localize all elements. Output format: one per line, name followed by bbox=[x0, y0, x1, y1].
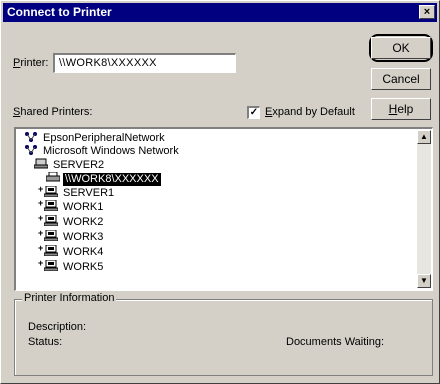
scroll-down-button[interactable]: ▼ bbox=[417, 274, 431, 288]
tree-item-work8-printer[interactable]: \\WORK8\XXXXXX bbox=[45, 171, 161, 186]
help-button[interactable]: Help bbox=[371, 98, 431, 120]
server-icon bbox=[33, 158, 49, 169]
tree-scrollbar[interactable]: ▲ ▼ bbox=[417, 130, 431, 288]
documents-waiting-label: Documents Waiting: bbox=[286, 336, 385, 348]
expand-by-default-checkbox[interactable]: ✓ bbox=[247, 106, 260, 119]
printer-path-field[interactable]: \\WORK8\XXXXXX bbox=[53, 53, 236, 73]
close-button[interactable]: × bbox=[419, 5, 435, 19]
computer-icon: + bbox=[38, 258, 59, 272]
printer-icon bbox=[45, 171, 61, 183]
tree-item-server1[interactable]: + SERVER1 bbox=[38, 184, 116, 199]
computer-icon: + bbox=[38, 184, 59, 198]
expand-by-default-label[interactable]: Expand by Default bbox=[265, 106, 355, 118]
tree-item-epson-network[interactable]: EpsonPeripheralNetwork bbox=[24, 131, 167, 144]
shared-printers-label: Shared Printers: bbox=[13, 106, 93, 118]
tree-item-server2[interactable]: SERVER2 bbox=[33, 158, 106, 171]
connect-to-printer-dialog: Connect to Printer × Printer: \\WORK8\XX… bbox=[0, 0, 440, 384]
cancel-button[interactable]: Cancel bbox=[371, 68, 431, 90]
printer-label: Printer: bbox=[13, 57, 49, 69]
description-label: Description: bbox=[28, 321, 87, 333]
ok-button[interactable]: OK bbox=[371, 37, 431, 59]
network-icon bbox=[24, 131, 38, 142]
computer-icon: + bbox=[38, 198, 59, 212]
shared-printers-tree[interactable]: EpsonPeripheralNetwork Microsoft Windows… bbox=[14, 127, 433, 291]
tree-item-work3[interactable]: + WORK3 bbox=[38, 228, 105, 243]
tree-item-work4[interactable]: + WORK4 bbox=[38, 243, 105, 258]
window-title: Connect to Printer bbox=[7, 5, 112, 19]
title-bar: Connect to Printer × bbox=[3, 3, 437, 22]
tree-item-work2[interactable]: + WORK2 bbox=[38, 213, 105, 228]
tree-item-work5[interactable]: + WORK5 bbox=[38, 258, 105, 273]
printer-information-label: Printer Information bbox=[22, 292, 117, 304]
scroll-up-button[interactable]: ▲ bbox=[417, 130, 431, 144]
tree-item-microsoft-network[interactable]: Microsoft Windows Network bbox=[24, 144, 181, 157]
network-icon bbox=[24, 144, 38, 155]
computer-icon: + bbox=[38, 213, 59, 227]
computer-icon: + bbox=[38, 228, 59, 242]
status-label: Status: bbox=[28, 336, 63, 348]
tree-item-work1[interactable]: + WORK1 bbox=[38, 198, 105, 213]
computer-icon: + bbox=[38, 243, 59, 257]
